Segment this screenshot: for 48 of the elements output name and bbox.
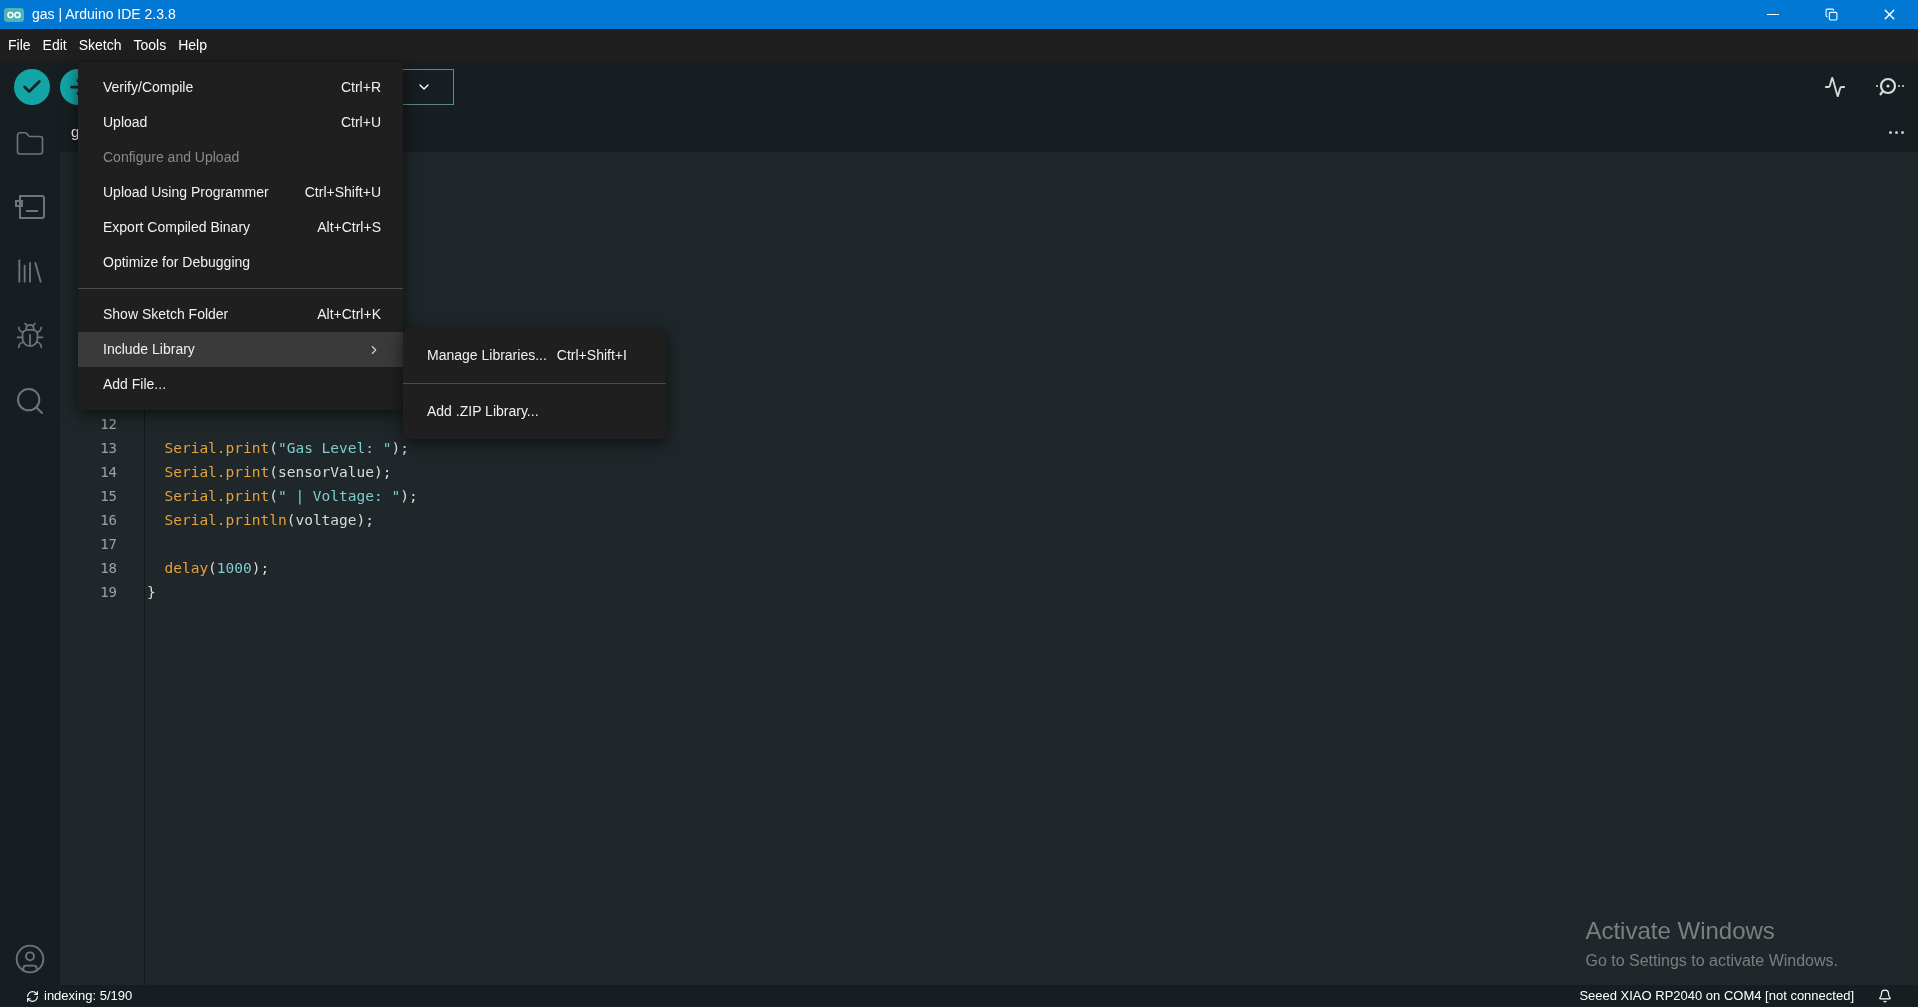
menu-item[interactable]: Export Compiled Binary Alt+Ctrl+S xyxy=(78,210,403,245)
menu-bar-item[interactable]: File xyxy=(2,34,37,56)
line-number: 19 xyxy=(99,583,118,602)
menu-bar-item[interactable]: Tools xyxy=(127,34,173,56)
menu-item[interactable]: Upload Using Programmer Ctrl+Shift+U xyxy=(78,175,403,210)
serial-plotter-icon[interactable] xyxy=(1824,76,1846,98)
menu-bar-item[interactable]: Edit xyxy=(36,34,73,56)
code-line: } xyxy=(147,584,156,600)
menu-item[interactable]: Show Sketch Folder Alt+Ctrl+K xyxy=(78,297,403,332)
debug-icon[interactable] xyxy=(15,321,45,351)
serial-monitor-icon[interactable] xyxy=(1874,76,1904,98)
activation-title: Activate Windows xyxy=(1585,916,1776,946)
infinity-logo-icon xyxy=(4,7,24,22)
more-options-icon[interactable] xyxy=(1889,131,1904,134)
line-number: 14 xyxy=(99,463,118,482)
minimize-icon xyxy=(1767,14,1779,15)
line-number: 13 xyxy=(99,439,118,458)
activation-message: Go to Settings to activate Windows. xyxy=(1585,951,1838,971)
restore-icon xyxy=(1824,8,1838,21)
line-number: 15 xyxy=(99,487,118,506)
menu-bar-item[interactable]: Sketch xyxy=(72,34,128,56)
board-status[interactable]: Seeed XIAO RP2040 on COM4 [not connected] xyxy=(1579,986,1854,1006)
menu-item[interactable]: Add File... xyxy=(78,367,403,402)
code-line: Serial.print(sensorValue); xyxy=(163,464,392,480)
account-icon[interactable] xyxy=(14,943,46,975)
code-line: delay(1000); xyxy=(163,560,270,576)
refresh-icon xyxy=(26,989,39,1003)
verify-button[interactable] xyxy=(14,69,50,105)
editor-tab[interactable]: g xyxy=(60,121,80,144)
menu-item[interactable]: Include Library xyxy=(78,332,403,367)
code-line: Serial.print("Gas Level: "); xyxy=(163,440,409,456)
notification-icon[interactable] xyxy=(1878,989,1892,1003)
window-title: gas | Arduino IDE 2.3.8 xyxy=(32,5,176,24)
code-line: Serial.print(" | Voltage: "); xyxy=(163,488,418,504)
line-number: 17 xyxy=(99,535,118,554)
line-number: 18 xyxy=(99,559,118,578)
menu-bar-item[interactable]: Help xyxy=(172,34,213,56)
line-number: 12 xyxy=(99,415,118,434)
menu-item[interactable]: Add .ZIP Library... xyxy=(403,394,666,429)
menu-item[interactable]: Verify/Compile Ctrl+R xyxy=(78,70,403,105)
menu-item[interactable]: Manage Libraries... Ctrl+Shift+I xyxy=(403,338,666,373)
menu-item[interactable]: Upload Ctrl+U xyxy=(78,105,403,140)
board-icon[interactable] xyxy=(14,193,46,221)
code-line: Serial.println(voltage); xyxy=(163,512,374,528)
line-number: 16 xyxy=(99,511,118,530)
indexing-status: indexing: 5/190 xyxy=(44,987,133,1006)
menu-item[interactable]: Optimize for Debugging xyxy=(78,245,403,280)
search-icon[interactable] xyxy=(14,385,46,417)
